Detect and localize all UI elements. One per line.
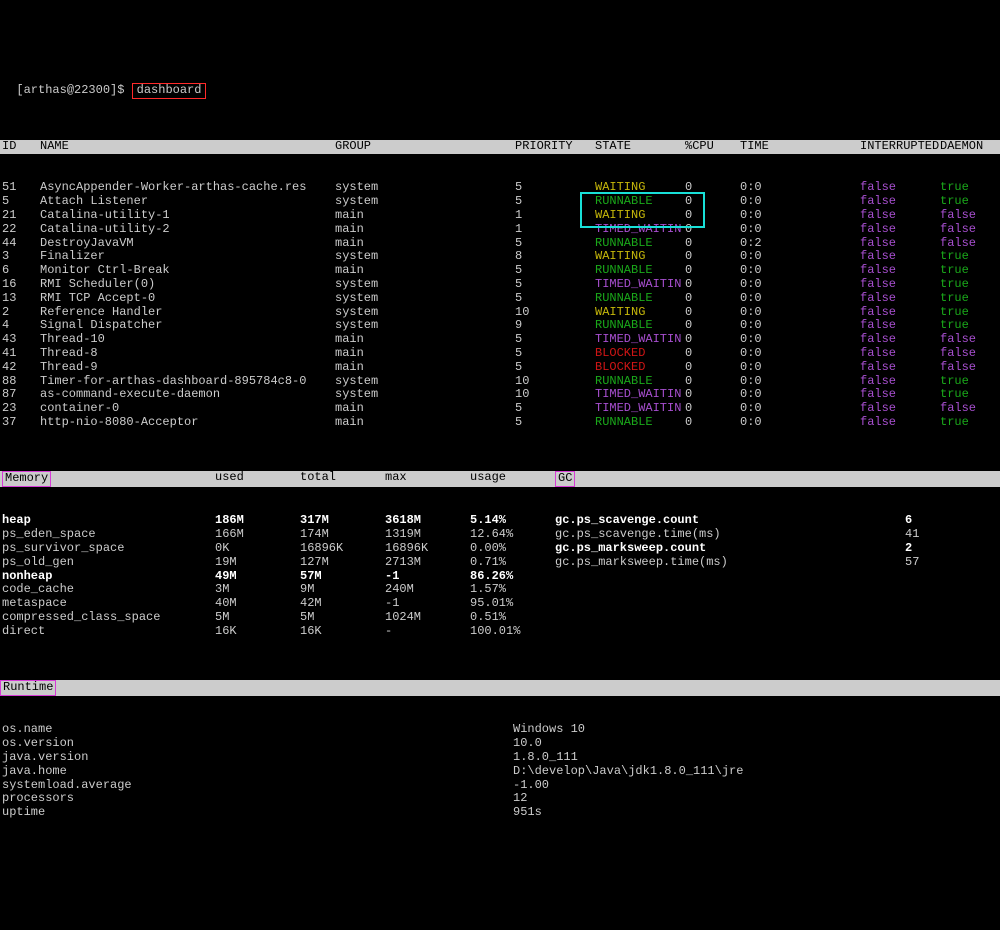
- table-row: 22Catalina-utility-2main1TIMED_WAITIN00:…: [0, 223, 1000, 237]
- table-row: 51AsyncAppender-Worker-arthas-cache.ress…: [0, 181, 1000, 195]
- table-row: 42Thread-9main5BLOCKED00:0falsefalse: [0, 361, 1000, 375]
- memory-row: metaspace40M42M-195.01%: [0, 597, 1000, 611]
- col-cpu: %CPU: [685, 140, 740, 154]
- memory-table-body: heap186M317M3618M5.14%gc.ps_scavenge.cou…: [0, 514, 1000, 638]
- mem-col-max: max: [385, 471, 470, 487]
- col-daemon: DAEMON: [940, 140, 990, 154]
- table-row: 6Monitor Ctrl-Breakmain5RUNNABLE00:0fals…: [0, 264, 1000, 278]
- command-highlight: dashboard: [132, 83, 207, 99]
- col-interrupted: INTERRUPTED: [860, 140, 940, 154]
- col-name: NAME: [40, 140, 335, 154]
- memory-row: direct16K16K-100.01%: [0, 625, 1000, 639]
- runtime-header: Runtime: [0, 680, 1000, 696]
- runtime-row: java.homeD:\develop\Java\jdk1.8.0_111\jr…: [0, 765, 1000, 779]
- gc-section-label: GC: [555, 471, 575, 487]
- runtime-row: uptime951s: [0, 806, 1000, 820]
- table-row: 41Thread-8main5BLOCKED00:0falsefalse: [0, 347, 1000, 361]
- memory-section-label: Memory: [2, 471, 51, 487]
- runtime-row: processors12: [0, 792, 1000, 806]
- memory-row: heap186M317M3618M5.14%gc.ps_scavenge.cou…: [0, 514, 1000, 528]
- table-row: 16RMI Scheduler(0)system5TIMED_WAITIN00:…: [0, 278, 1000, 292]
- memory-row: code_cache3M9M240M1.57%: [0, 583, 1000, 597]
- table-row: 3Finalizersystem8WAITING00:0falsetrue: [0, 250, 1000, 264]
- memory-row: ps_survivor_space0K16896K16896K0.00%gc.p…: [0, 542, 1000, 556]
- table-row: 43Thread-10main5TIMED_WAITIN00:0falsefal…: [0, 333, 1000, 347]
- table-row: 2Reference Handlersystem10WAITING00:0fal…: [0, 306, 1000, 320]
- table-row: 88Timer-for-arthas-dashboard-895784c8-0s…: [0, 375, 1000, 389]
- mem-col-usage: usage: [470, 471, 555, 487]
- col-id: ID: [0, 140, 40, 154]
- table-row: 37http-nio-8080-Acceptormain5RUNNABLE00:…: [0, 416, 1000, 430]
- memory-row: ps_old_gen19M127M2713M0.71%gc.ps_markswe…: [0, 556, 1000, 570]
- memory-row: compressed_class_space5M5M1024M0.51%: [0, 611, 1000, 625]
- table-row: 87as-command-execute-daemonsystem10TIMED…: [0, 388, 1000, 402]
- runtime-row: java.version1.8.0_111: [0, 751, 1000, 765]
- mem-col-total: total: [300, 471, 385, 487]
- mem-col-used: used: [215, 471, 300, 487]
- memory-row: nonheap49M57M-186.26%: [0, 570, 1000, 584]
- shell-prompt-line[interactable]: [arthas@22300]$ dashboard: [0, 69, 1000, 99]
- thread-table-body: 51AsyncAppender-Worker-arthas-cache.ress…: [0, 181, 1000, 429]
- col-state: STATE: [595, 140, 685, 154]
- table-row: 23container-0main5TIMED_WAITIN00:0falsef…: [0, 402, 1000, 416]
- table-row: 5Attach Listenersystem5RUNNABLE00:0false…: [0, 195, 1000, 209]
- thread-table-header: ID NAME GROUP PRIORITY STATE %CPU TIME I…: [0, 140, 1000, 154]
- runtime-body: os.nameWindows 10os.version10.0java.vers…: [0, 723, 1000, 820]
- table-row: 21Catalina-utility-1main1WAITING00:0fals…: [0, 209, 1000, 223]
- col-group: GROUP: [335, 140, 515, 154]
- col-time: TIME: [740, 140, 860, 154]
- table-row: 44DestroyJavaVMmain5RUNNABLE00:2falsefal…: [0, 237, 1000, 251]
- table-row: 13RMI TCP Accept-0system5RUNNABLE00:0fal…: [0, 292, 1000, 306]
- shell-prompt: [arthas@22300]$: [16, 83, 124, 97]
- memory-row: ps_eden_space166M174M1319M12.64%gc.ps_sc…: [0, 528, 1000, 542]
- memory-gc-header: Memory used total max usage GC: [0, 471, 1000, 487]
- runtime-row: systemload.average-1.00: [0, 779, 1000, 793]
- runtime-row: os.nameWindows 10: [0, 723, 1000, 737]
- table-row: 4Signal Dispatchersystem9RUNNABLE00:0fal…: [0, 319, 1000, 333]
- runtime-section-label: Runtime: [0, 680, 56, 696]
- col-priority: PRIORITY: [515, 140, 595, 154]
- runtime-row: os.version10.0: [0, 737, 1000, 751]
